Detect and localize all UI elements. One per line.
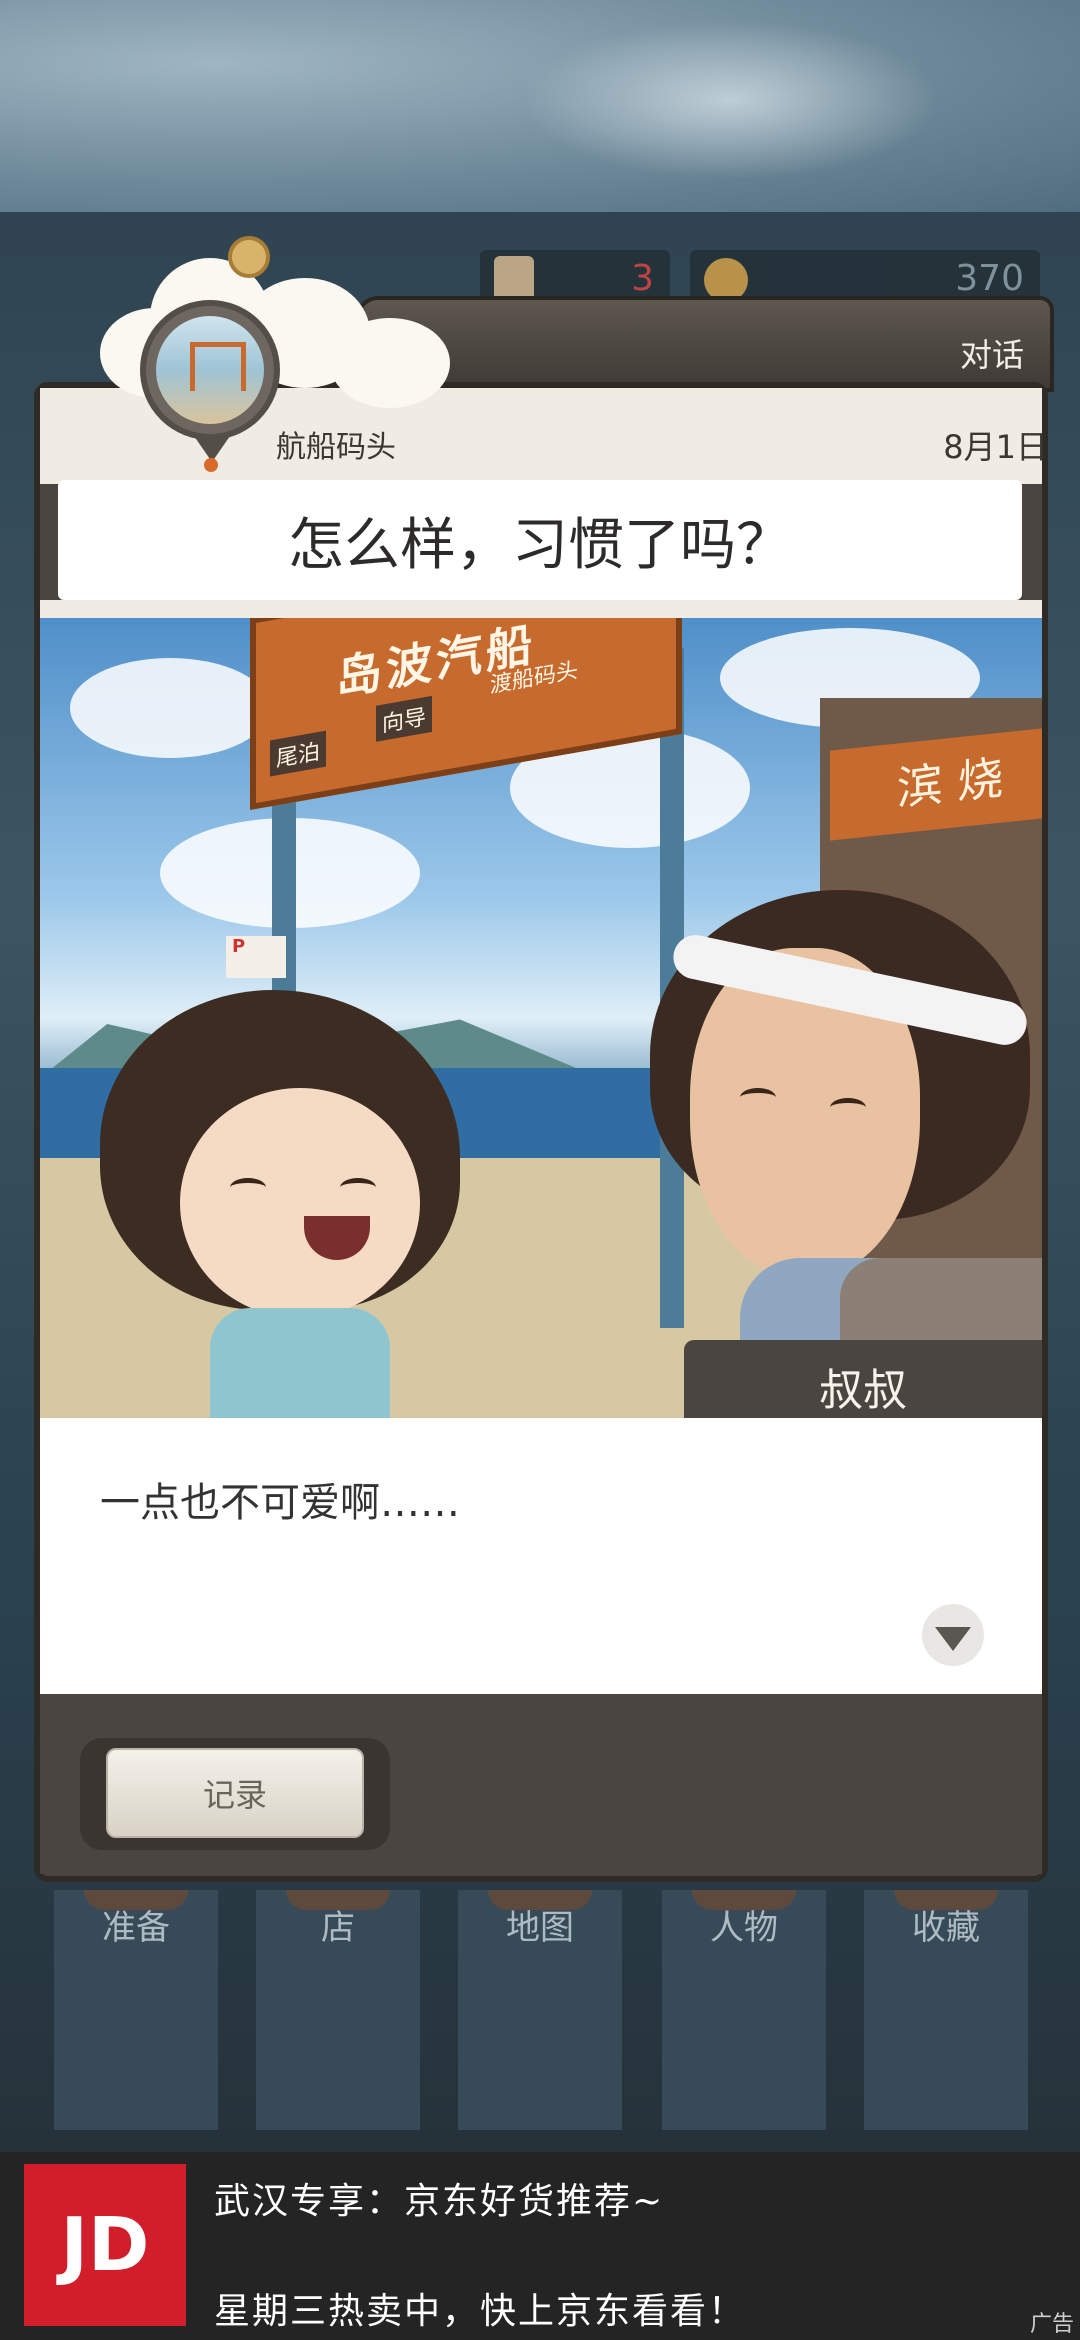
nav-item-characters[interactable]: 人物 [662, 1890, 826, 2130]
log-button[interactable]: 记录 [106, 1748, 364, 1838]
dialog-line: 一点也不可爱啊…… [100, 1480, 460, 1526]
ad-tag: 广告 [1029, 2312, 1074, 2337]
coin-count: 370 [955, 258, 1024, 299]
date-label: 8月1日 [943, 428, 1048, 466]
nav-item-label: 地图 [506, 1908, 574, 1948]
location-pin-dot [204, 458, 218, 472]
ad-headline[interactable]: 武汉专享：京东好货推荐~ [214, 2172, 664, 2224]
nav-item-map[interactable]: 地图 [458, 1890, 622, 2130]
background-sky [0, 0, 1080, 212]
nav-item-label: 收藏 [912, 1908, 980, 1948]
scene-illustration: 岛波汽船 尾泊 向导 渡船码头 P 滨 烧 水产 [40, 618, 1042, 1418]
girl-body [210, 1308, 390, 1418]
nav-item-label: 店 [321, 1908, 355, 1948]
location-label: 航船码头 [276, 430, 396, 465]
coin-decoration-icon [228, 236, 270, 278]
ticket-icon [494, 256, 534, 304]
jd-logo[interactable]: JD [24, 2164, 186, 2326]
ferry-sign-sub: 向导 [376, 695, 433, 742]
dialog-tab-title: 对话 [959, 336, 1024, 374]
item-count: 3 [631, 258, 654, 299]
location-pin-icon [140, 300, 280, 440]
ad-subline[interactable]: 星期三热卖中，快上京东看看！ [214, 2282, 746, 2334]
nav-item-label: 准备 [102, 1908, 170, 1948]
log-button-label: 记录 [202, 1776, 267, 1814]
nav-item-prepare[interactable]: 准备 [54, 1890, 218, 2130]
question-box: 怎么样，习惯了吗？ [58, 480, 1022, 600]
ferry-sign-sub: 尾泊 [270, 730, 327, 777]
next-arrow-icon[interactable] [922, 1604, 984, 1666]
parking-sign: P [226, 936, 286, 978]
nav-item-label: 人物 [710, 1908, 778, 1948]
girl-face [180, 1088, 420, 1318]
coin-icon [704, 258, 748, 302]
dialog-tab: 对话 [360, 300, 1050, 388]
dialog-text-area[interactable] [40, 1418, 1042, 1694]
nav-item-shop[interactable]: 店 [256, 1890, 420, 2130]
divider [40, 600, 1042, 618]
speaker-name: 叔叔 [819, 1365, 907, 1416]
question-text: 怎么样，习惯了吗？ [288, 512, 792, 578]
nav-item-collection[interactable]: 收藏 [864, 1890, 1028, 2130]
